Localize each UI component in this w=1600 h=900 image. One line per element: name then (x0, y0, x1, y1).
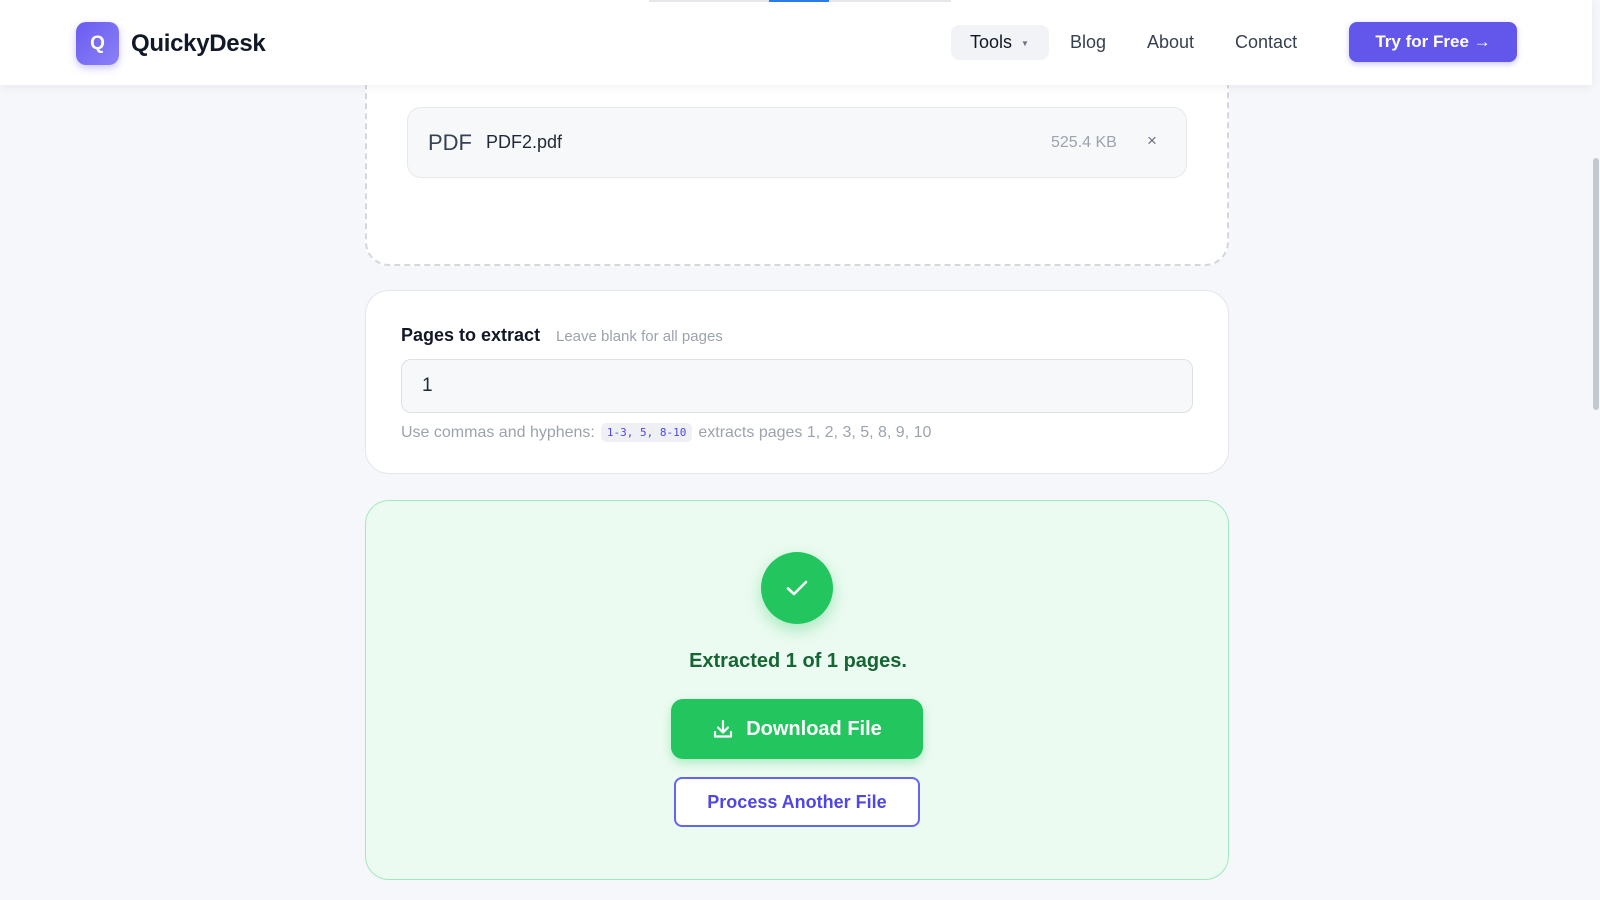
nav-contact[interactable]: Contact (1235, 32, 1297, 53)
pages-label: Pages to extract (401, 325, 541, 345)
page-progress-fill (769, 0, 829, 2)
pages-hint: Leave blank for all pages (556, 328, 723, 345)
logo[interactable]: Q QuickyDesk (76, 22, 266, 65)
file-type-icon: PDF (428, 130, 472, 155)
pages-card: Pages to extract Leave blank for all pag… (365, 290, 1229, 474)
help-prefix: Use commas and hyphens: (401, 423, 595, 441)
page-scrollbar[interactable] (1592, 0, 1600, 900)
download-file-button[interactable]: Download File (671, 699, 923, 759)
try-for-free-button[interactable]: Try for Free → (1349, 22, 1517, 62)
nav-blog[interactable]: Blog (1070, 32, 1106, 53)
nav-tools-label: Tools (970, 32, 1013, 52)
file-name: PDF2.pdf (486, 132, 563, 152)
file-size: 525.4 KB (1051, 134, 1117, 151)
download-icon (714, 719, 733, 738)
success-check-icon (761, 552, 833, 624)
help-example-chip: 1-3, 5, 8-10 (600, 423, 693, 442)
nav-tools-dropdown[interactable]: Tools ▼ (951, 25, 1049, 60)
scrollbar-thumb[interactable] (1593, 158, 1599, 410)
site-header: Q QuickyDesk Tools ▼ Blog About Contact … (0, 0, 1592, 85)
nav-about[interactable]: About (1147, 32, 1194, 53)
success-card: Extracted 1 of 1 pages. Download File Pr… (365, 500, 1229, 880)
pages-help-text: Use commas and hyphens: 1-3, 5, 8-10 ext… (401, 423, 931, 442)
download-label: Download File (746, 717, 882, 740)
help-suffix: extracts pages 1, 2, 3, 5, 8, 9, 10 (698, 423, 932, 441)
success-message: Extracted 1 of 1 pages. (689, 650, 907, 672)
checkmark-icon (786, 580, 808, 596)
brand-name: QuickyDesk (131, 29, 266, 57)
process-another-file-button[interactable]: Process Another File (674, 777, 920, 827)
pages-input[interactable] (401, 359, 1193, 413)
main-nav: Tools ▼ Blog About Contact (951, 25, 1297, 60)
remove-file-button[interactable]: × (1143, 131, 1161, 151)
uploaded-file-card: PDF PDF2.pdf 525.4 KB × (407, 107, 1187, 178)
chevron-down-icon: ▼ (1021, 39, 1029, 48)
logo-icon: Q (76, 22, 119, 65)
page-progress-bar (649, 0, 951, 2)
